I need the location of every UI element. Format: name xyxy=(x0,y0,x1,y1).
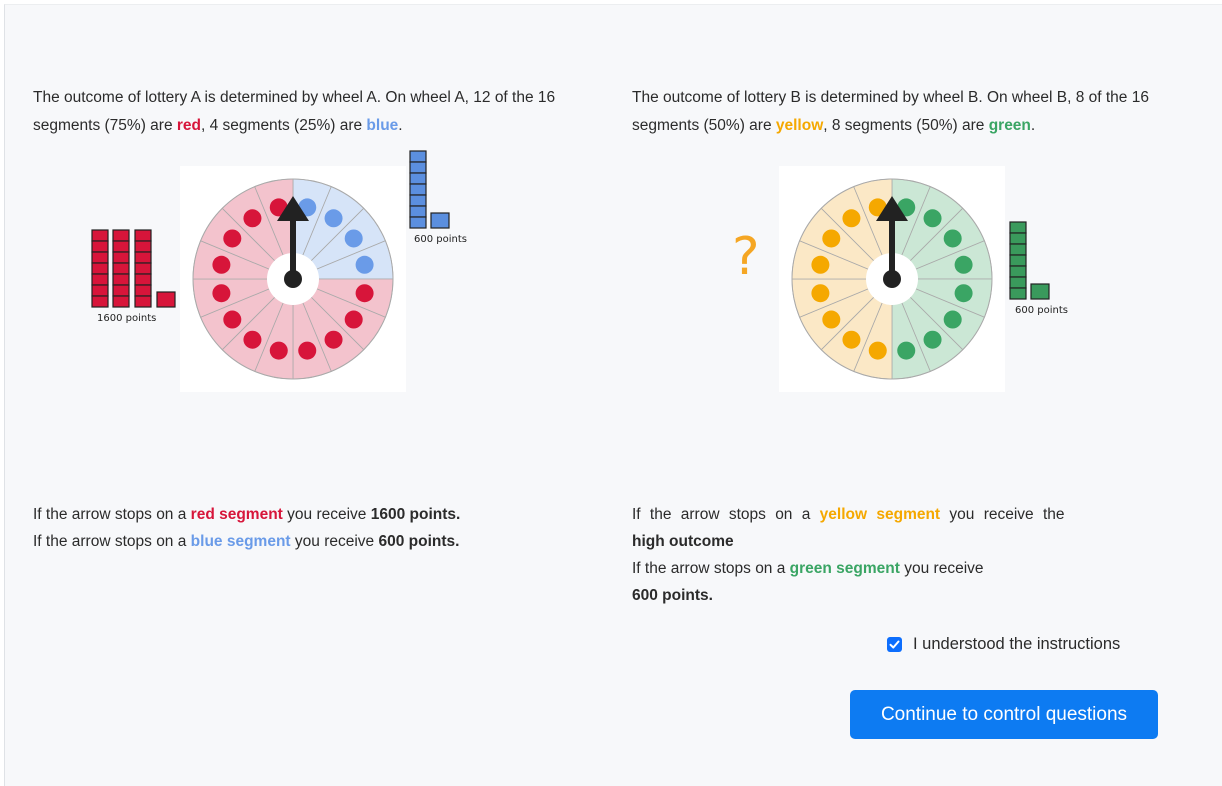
high-points-value: 1600 points. xyxy=(370,506,461,523)
outcome-text: you receive xyxy=(899,560,984,577)
segment-dot xyxy=(943,229,962,248)
segment-dot xyxy=(324,330,343,349)
segment-dot xyxy=(298,341,317,360)
lottery-b-color-green: green xyxy=(988,117,1031,134)
segment-dot xyxy=(954,284,973,303)
segment-dot xyxy=(223,310,242,329)
segment-dot xyxy=(943,310,962,329)
segment-dot xyxy=(954,255,973,274)
arrow-pivot xyxy=(284,270,302,288)
lottery-a-desc-end: . xyxy=(398,117,403,134)
low-points-value: 600 points. xyxy=(378,533,460,550)
wheel-a xyxy=(192,178,394,380)
lottery-a-color-red: red xyxy=(176,117,201,134)
red-segment-text: red segment xyxy=(190,506,283,523)
outcome-text: If the arrow stops on a xyxy=(33,506,191,523)
check-icon xyxy=(889,640,900,649)
unknown-outcome-question-mark: ? xyxy=(732,227,760,287)
outcome-text: you receive xyxy=(282,506,371,523)
lottery-b-outcome-low: If the arrow stops on a green segment yo… xyxy=(632,555,1122,609)
segment-dot xyxy=(212,255,231,274)
segment-dot xyxy=(842,209,861,228)
lottery-a-outcomes: If the arrow stops on a red segment you … xyxy=(33,501,593,555)
yellow-segment-text: yellow segment xyxy=(819,506,941,523)
segment-dot xyxy=(344,229,363,248)
segment-dot xyxy=(897,341,916,360)
wheel-b xyxy=(791,178,993,380)
segment-dot xyxy=(243,209,262,228)
wheel-a-high-bars xyxy=(91,229,176,308)
green-segment-text: green segment xyxy=(789,560,900,577)
lottery-a-description: The outcome of lottery A is determined b… xyxy=(33,84,568,140)
outcome-text: If the arrow stops on a xyxy=(33,533,191,550)
lottery-b-outcome-high: If the arrow stops on a yellow segment y… xyxy=(632,501,1122,555)
lottery-b-description: The outcome of lottery B is determined b… xyxy=(632,84,1202,140)
outcome-text: If the arrow stops on a xyxy=(632,560,790,577)
segment-dot xyxy=(811,255,830,274)
arrow-pivot xyxy=(883,270,901,288)
wheel-b-image xyxy=(779,166,1005,392)
continue-button[interactable]: Continue to control questions xyxy=(850,690,1158,739)
wheel-a-high-label: 1600 points xyxy=(97,313,157,324)
segment-dot xyxy=(344,310,363,329)
segment-dot xyxy=(269,341,288,360)
wheel-b-low-label: 600 points xyxy=(1015,305,1068,316)
lottery-a-outcome-high: If the arrow stops on a red segment you … xyxy=(33,501,593,528)
segment-dot xyxy=(324,209,343,228)
outcome-text: you receive xyxy=(290,533,379,550)
lottery-a-desc-text-2: , 4 segments (25%) are xyxy=(201,117,367,134)
lottery-b-desc-text-2: , 8 segments (50%) are xyxy=(823,117,989,134)
lottery-b-outcomes: If the arrow stops on a yellow segment y… xyxy=(632,501,1122,609)
segment-dot xyxy=(868,341,887,360)
high-outcome-value: high outcome xyxy=(632,533,734,550)
outcome-text: you receive the xyxy=(940,506,1065,523)
segment-dot xyxy=(842,330,861,349)
low-points-value: 600 points. xyxy=(632,587,713,604)
lottery-b-color-yellow: yellow xyxy=(775,117,824,134)
segment-dot xyxy=(223,229,242,248)
blue-segment-text: blue segment xyxy=(190,533,291,550)
segment-dot xyxy=(811,284,830,303)
segment-dot xyxy=(243,330,262,349)
wheel-a-low-label: 600 points xyxy=(414,234,467,245)
understood-checkbox-label[interactable]: I understood the instructions xyxy=(913,635,1120,654)
wheel-a-image xyxy=(180,166,406,392)
segment-dot xyxy=(923,330,942,349)
wheel-a-low-bars xyxy=(409,150,450,229)
outcome-text: If the arrow stops on a xyxy=(632,506,820,523)
segment-dot xyxy=(355,255,374,274)
segment-dot xyxy=(212,284,231,303)
lottery-b-desc-end: . xyxy=(1030,117,1036,134)
segment-dot xyxy=(355,284,374,303)
lottery-a-outcome-low: If the arrow stops on a blue segment you… xyxy=(33,528,593,555)
wheel-b-low-bars xyxy=(1009,221,1050,300)
understood-checkbox-row[interactable]: I understood the instructions xyxy=(887,635,1120,654)
segment-dot xyxy=(923,209,942,228)
understood-checkbox[interactable] xyxy=(887,637,902,652)
lottery-a-color-blue: blue xyxy=(366,117,399,134)
segment-dot xyxy=(822,229,841,248)
segment-dot xyxy=(822,310,841,329)
